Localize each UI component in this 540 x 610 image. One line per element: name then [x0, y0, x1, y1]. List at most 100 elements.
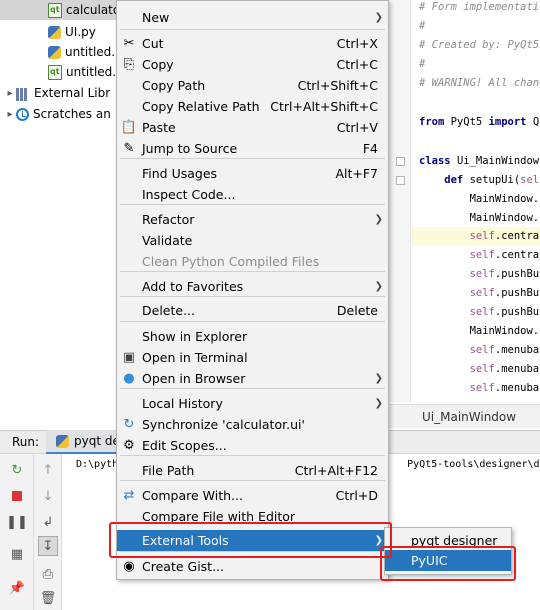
- code-line[interactable]: self.centralw: [411, 227, 540, 246]
- menu-item-open-in-terminal[interactable]: ▣ Open in Terminal: [117, 347, 388, 368]
- scroll-to-end-icon[interactable]: ↧: [38, 536, 58, 556]
- code-token: #: [419, 58, 426, 70]
- menu-item-label: Compare File with Editor: [142, 509, 296, 524]
- tree-item[interactable]: ▸ External Libr: [0, 83, 118, 103]
- menu-item-clean-python-compiled-files[interactable]: Clean Python Compiled Files: [117, 251, 388, 272]
- menu-item-cut[interactable]: ✂ Cut Ctrl+X: [117, 33, 388, 54]
- chevron-right-icon: ❯: [374, 281, 383, 292]
- layout-icon[interactable]: ▦: [7, 544, 27, 564]
- tree-item[interactable]: calculato: [0, 0, 118, 20]
- run-toolbar-left: ↻ ❚❚ ▦ 📌: [0, 454, 34, 610]
- tree-item[interactable]: untitled.u: [0, 62, 118, 82]
- chevron-right-icon[interactable]: ▸: [4, 109, 16, 120]
- up-arrow-icon[interactable]: ↑: [38, 460, 58, 480]
- stop-icon[interactable]: [7, 486, 27, 506]
- code-token: self: [469, 249, 495, 261]
- chevron-right-icon[interactable]: ▸: [4, 88, 16, 99]
- menu-item-edit-scopes[interactable]: ⚙ Edit Scopes...: [117, 435, 388, 456]
- code-line[interactable]: MainWindow.se: [419, 322, 540, 341]
- menu-item-file-path[interactable]: File Path Ctrl+Alt+F12: [117, 460, 388, 481]
- code-line[interactable]: #: [419, 55, 425, 74]
- down-arrow-icon[interactable]: ↓: [38, 486, 58, 506]
- menu-item-label: Copy Relative Path: [142, 99, 260, 114]
- code-token: .pushButt: [494, 287, 540, 299]
- tree-item-label: untitled.u: [66, 65, 118, 79]
- breadcrumb-class[interactable]: Ui_MainWindow: [422, 410, 516, 424]
- menu-item-shortcut: Ctrl+Alt+Shift+C: [270, 99, 378, 114]
- print-icon[interactable]: ⎙: [38, 564, 58, 584]
- trash-icon[interactable]: 🗑: [38, 588, 58, 608]
- library-icon: [16, 86, 30, 101]
- run-toolbar-right: ↑ ↓ ↲ ↧ ⎙ 🗑: [34, 454, 62, 610]
- code-line[interactable]: MainWindow.se: [419, 190, 540, 209]
- menu-item-copy-relative-path[interactable]: Copy Relative Path Ctrl+Alt+Shift+C: [117, 96, 388, 117]
- menu-item-copy-path[interactable]: Copy Path Ctrl+Shift+C: [117, 75, 388, 96]
- menu-item-open-in-browser[interactable]: ● Open in Browser ❯: [117, 368, 388, 389]
- fold-marker-icon[interactable]: [396, 176, 405, 185]
- pin-icon[interactable]: 📌: [7, 578, 27, 598]
- menu-separator: [120, 29, 385, 30]
- code-line[interactable]: def setupUi(self: [419, 171, 540, 190]
- code-line[interactable]: # WARNING! All change: [419, 74, 540, 93]
- editor-breadcrumb[interactable]: Ui_MainWindow: [388, 404, 540, 428]
- code-line[interactable]: self.pushButt: [419, 265, 540, 284]
- chevron-right-icon: ❯: [374, 214, 383, 225]
- menu-item-add-to-favorites[interactable]: Add to Favorites ❯: [117, 276, 388, 297]
- code-line[interactable]: self.pushButt: [419, 284, 540, 303]
- code-line[interactable]: self.menubar: [419, 341, 540, 360]
- soft-wrap-icon[interactable]: ↲: [38, 512, 58, 532]
- tree-item[interactable]: untitled.p: [0, 42, 118, 62]
- fold-marker-icon[interactable]: [396, 157, 405, 166]
- code-line[interactable]: MainWindow.re: [419, 209, 540, 228]
- code-token: # WARNING! All change: [419, 77, 540, 89]
- code-line[interactable]: class Ui_MainWindow: [419, 152, 539, 171]
- tree-item[interactable]: ▸ Scratches an: [0, 104, 118, 124]
- submenu-item-pyuic[interactable]: PyUIC: [385, 550, 511, 571]
- menu-item-show-in-explorer[interactable]: Show in Explorer: [117, 326, 388, 347]
- code-editor[interactable]: # Form implementatio # # Created by: PyQt5…: [388, 0, 540, 402]
- menu-item-delete[interactable]: Delete... Delete: [117, 300, 388, 321]
- code-line[interactable]: # Form implementatio: [419, 0, 540, 17]
- menu-item-create-gist[interactable]: ◉ Create Gist...: [117, 556, 388, 577]
- code-token: self: [520, 174, 540, 186]
- code-token: Q: [532, 116, 540, 128]
- menu-item-label: Clean Python Compiled Files: [142, 254, 320, 269]
- menu-item-new[interactable]: New ❯: [117, 7, 388, 28]
- menu-item-find-usages[interactable]: Find Usages Alt+F7: [117, 163, 388, 184]
- menu-item-synchronize-calculator-ui[interactable]: ↻ Synchronize 'calculator.ui': [117, 414, 388, 435]
- code-token: .menubar.: [494, 363, 540, 375]
- menu-separator: [120, 321, 385, 322]
- code-line[interactable]: self.pushButt: [419, 303, 540, 322]
- menu-item-inspect-code[interactable]: Inspect Code...: [117, 184, 388, 205]
- copy-icon: ⎘: [123, 57, 135, 72]
- menu-item-validate[interactable]: Validate: [117, 230, 388, 251]
- project-tree: calculato UI.py untitled.p untitled.u ▸ Exter…: [0, 0, 118, 402]
- menu-item-compare-with[interactable]: ⇄ Compare With... Ctrl+D: [117, 485, 388, 506]
- rerun-icon[interactable]: ↻: [7, 460, 27, 480]
- code-line[interactable]: self.menubar.: [419, 379, 540, 398]
- submenu-item-pyqt-designer[interactable]: pyqt designer: [385, 530, 511, 551]
- menu-item-label: Paste: [142, 120, 176, 135]
- menu-item-jump-to-source[interactable]: ✎ Jump to Source F4: [117, 138, 388, 159]
- code-line[interactable]: # Created by: PyQt5: [419, 36, 540, 55]
- menu-item-label: Local History: [142, 396, 223, 411]
- code-line[interactable]: self.centralw: [419, 246, 540, 265]
- menu-item-label: File Path: [142, 463, 195, 478]
- code-line[interactable]: from PyQt5 import Q: [419, 113, 539, 132]
- menu-item-copy[interactable]: ⎘ Copy Ctrl+C: [117, 54, 388, 75]
- python-file-icon: [48, 25, 61, 39]
- tree-item[interactable]: UI.py: [0, 22, 118, 42]
- code-token: MainWindow.se: [419, 193, 540, 205]
- menu-item-external-tools[interactable]: External Tools ❯: [117, 530, 388, 551]
- menu-item-refactor[interactable]: Refactor ❯: [117, 209, 388, 230]
- tree-item-label: UI.py: [65, 25, 96, 39]
- pause-icon[interactable]: ❚❚: [6, 512, 28, 532]
- scratches-icon: [16, 107, 29, 121]
- code-line[interactable]: #: [419, 17, 425, 36]
- menu-item-local-history[interactable]: Local History ❯: [117, 393, 388, 414]
- menu-item-compare-file-with-editor[interactable]: Compare File with Editor: [117, 506, 388, 527]
- code-line[interactable]: self.menubar.: [419, 360, 540, 379]
- code-token: def: [419, 174, 470, 186]
- menu-item-paste[interactable]: 📋 Paste Ctrl+V: [117, 117, 388, 138]
